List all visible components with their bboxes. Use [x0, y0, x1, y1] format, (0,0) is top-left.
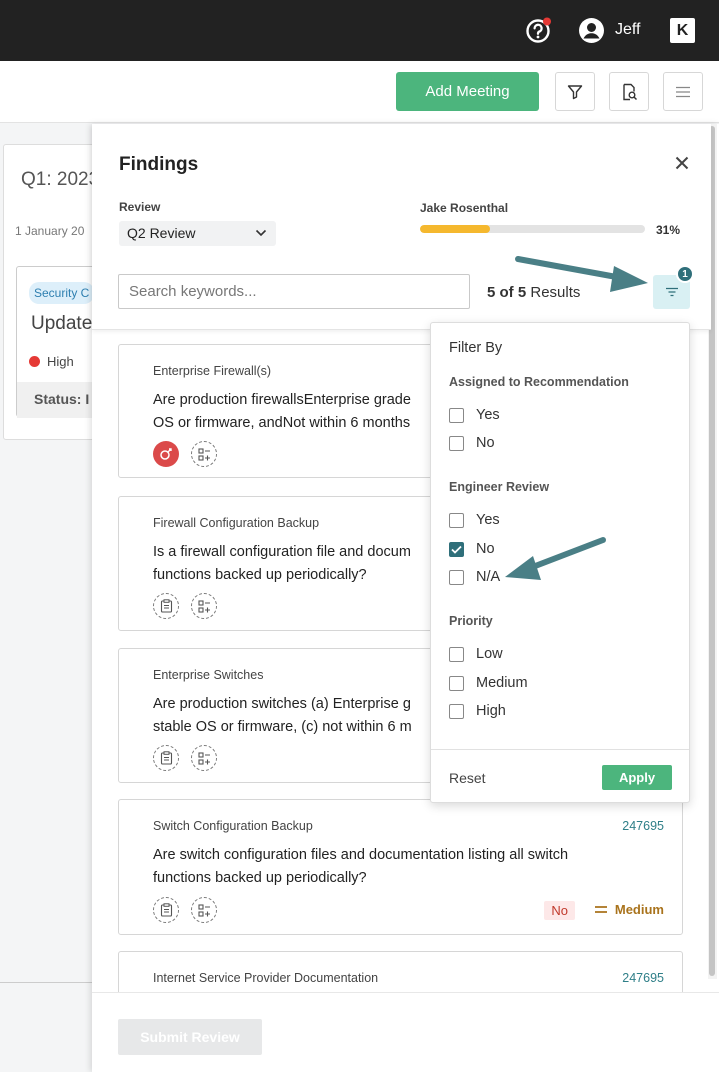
review-label: Review [119, 200, 161, 214]
priority-dot-icon [29, 356, 40, 367]
finding-card[interactable]: Switch Configuration Backup 247695 Are s… [118, 799, 683, 935]
document-search-icon [622, 83, 637, 100]
top-bar: Jeff K [0, 0, 719, 61]
finding-id: 247695 [622, 819, 664, 833]
submit-review-button[interactable]: Submit Review [118, 1019, 262, 1055]
finding-actions [153, 593, 217, 619]
checkbox[interactable] [449, 646, 464, 662]
add-meeting-button[interactable]: Add Meeting [396, 72, 539, 111]
priority-indicator: High [29, 354, 74, 369]
clipboard-icon[interactable] [153, 593, 179, 619]
checkbox-checked[interactable] [449, 541, 464, 557]
answer-badge: No [544, 901, 575, 920]
checkbox[interactable] [449, 435, 464, 451]
document-search-button[interactable] [609, 72, 649, 111]
filter-assigned-no[interactable]: No [449, 435, 495, 451]
results-count: 5 of 5 Results [487, 284, 580, 301]
brand-logo-text: K [676, 21, 689, 39]
add-item-icon[interactable] [191, 745, 217, 771]
category-tag: Security C [29, 282, 95, 304]
priority-indicator: Medium [594, 902, 664, 917]
clipboard-icon[interactable] [153, 897, 179, 923]
filter-section-engineer-review: Engineer Review [449, 480, 550, 494]
finding-actions [153, 441, 217, 467]
search-input[interactable] [118, 274, 470, 309]
user-avatar-icon[interactable] [578, 17, 605, 44]
filter-section-assigned: Assigned to Recommendation [449, 375, 629, 389]
meeting-title: Q1: 2023 [21, 169, 100, 190]
close-icon[interactable] [674, 155, 690, 171]
filter-count-badge: 1 [676, 265, 694, 283]
filter-lines-icon [665, 287, 678, 297]
results-count-value: 5 of 5 [487, 284, 527, 301]
filter-section-priority: Priority [449, 614, 493, 628]
add-item-icon[interactable] [191, 897, 217, 923]
checkbox[interactable] [449, 407, 464, 423]
filter-priority-medium[interactable]: Medium [449, 675, 528, 691]
checkmark-icon [451, 545, 462, 554]
option-label: Yes [476, 407, 500, 423]
divider [431, 749, 689, 750]
recommendation-title: Update [31, 313, 93, 334]
filter-priority-low[interactable]: Low [449, 646, 503, 662]
filter-toolbar-button[interactable] [555, 72, 595, 111]
option-label: High [476, 703, 506, 719]
priority-label: High [47, 354, 74, 369]
checkbox[interactable] [449, 512, 464, 528]
review-progress-bar [420, 225, 645, 233]
checkbox[interactable] [449, 703, 464, 719]
review-progress-fill [420, 225, 490, 233]
results-count-suffix: Results [530, 284, 581, 301]
option-label: N/A [476, 569, 501, 585]
toolbar: Add Meeting [0, 61, 719, 123]
filter-menu-title: Filter By [449, 340, 503, 356]
priority-label: Medium [614, 902, 664, 917]
option-label: Yes [476, 512, 500, 528]
hamburger-menu-icon [676, 86, 690, 97]
review-select[interactable]: Q2 Review [119, 221, 276, 246]
help-icon[interactable] [525, 17, 552, 44]
menu-button[interactable] [663, 72, 703, 111]
filter-engineer-na[interactable]: N/A [449, 569, 500, 585]
finding-category: Switch Configuration Backup [153, 819, 313, 833]
filter-assigned-yes[interactable]: Yes [449, 407, 500, 423]
reset-button[interactable]: Reset [449, 770, 486, 786]
reviewer-name: Jake Rosenthal [420, 201, 509, 215]
filter-engineer-yes[interactable]: Yes [449, 512, 500, 528]
checkbox[interactable] [449, 569, 464, 585]
finding-category: Enterprise Firewall(s) [153, 364, 272, 378]
option-label: Medium [476, 675, 528, 691]
clipboard-icon[interactable] [153, 745, 179, 771]
option-label: No [476, 541, 495, 557]
finding-id: 247695 [622, 971, 664, 985]
review-select-value: Q2 Review [127, 225, 196, 241]
user-name[interactable]: Jeff [615, 21, 641, 39]
assign-recommendation-icon[interactable] [153, 441, 179, 467]
divider [0, 982, 92, 983]
finding-category: Enterprise Switches [153, 668, 264, 682]
filter-priority-high[interactable]: High [449, 703, 506, 719]
progress-percent: 31% [656, 223, 681, 237]
priority-medium-icon [594, 906, 607, 913]
finding-category: Firewall Configuration Backup [153, 516, 320, 530]
filter-dropdown: Filter By Assigned to Recommendation Yes… [430, 322, 690, 803]
panel-title: Findings [119, 154, 199, 175]
panel-footer: Submit Review [92, 992, 719, 1072]
finding-actions [153, 897, 217, 923]
findings-header: Findings Review Q2 Review Jake Rosenthal… [92, 124, 711, 330]
option-label: Low [476, 646, 503, 662]
option-label: No [476, 435, 495, 451]
chevron-down-icon [255, 229, 267, 237]
add-item-icon[interactable] [191, 441, 217, 467]
finding-question: Are switch configuration files and docum… [153, 847, 569, 886]
checkbox[interactable] [449, 675, 464, 691]
finding-category: Internet Service Provider Documentation [153, 971, 379, 985]
finding-actions [153, 745, 217, 771]
brand-logo[interactable]: K [670, 18, 695, 43]
filter-engineer-no[interactable]: No [449, 541, 495, 557]
apply-button[interactable]: Apply [602, 765, 672, 790]
funnel-icon [567, 84, 583, 99]
add-item-icon[interactable] [191, 593, 217, 619]
meeting-date: 1 January 20 [15, 224, 85, 238]
